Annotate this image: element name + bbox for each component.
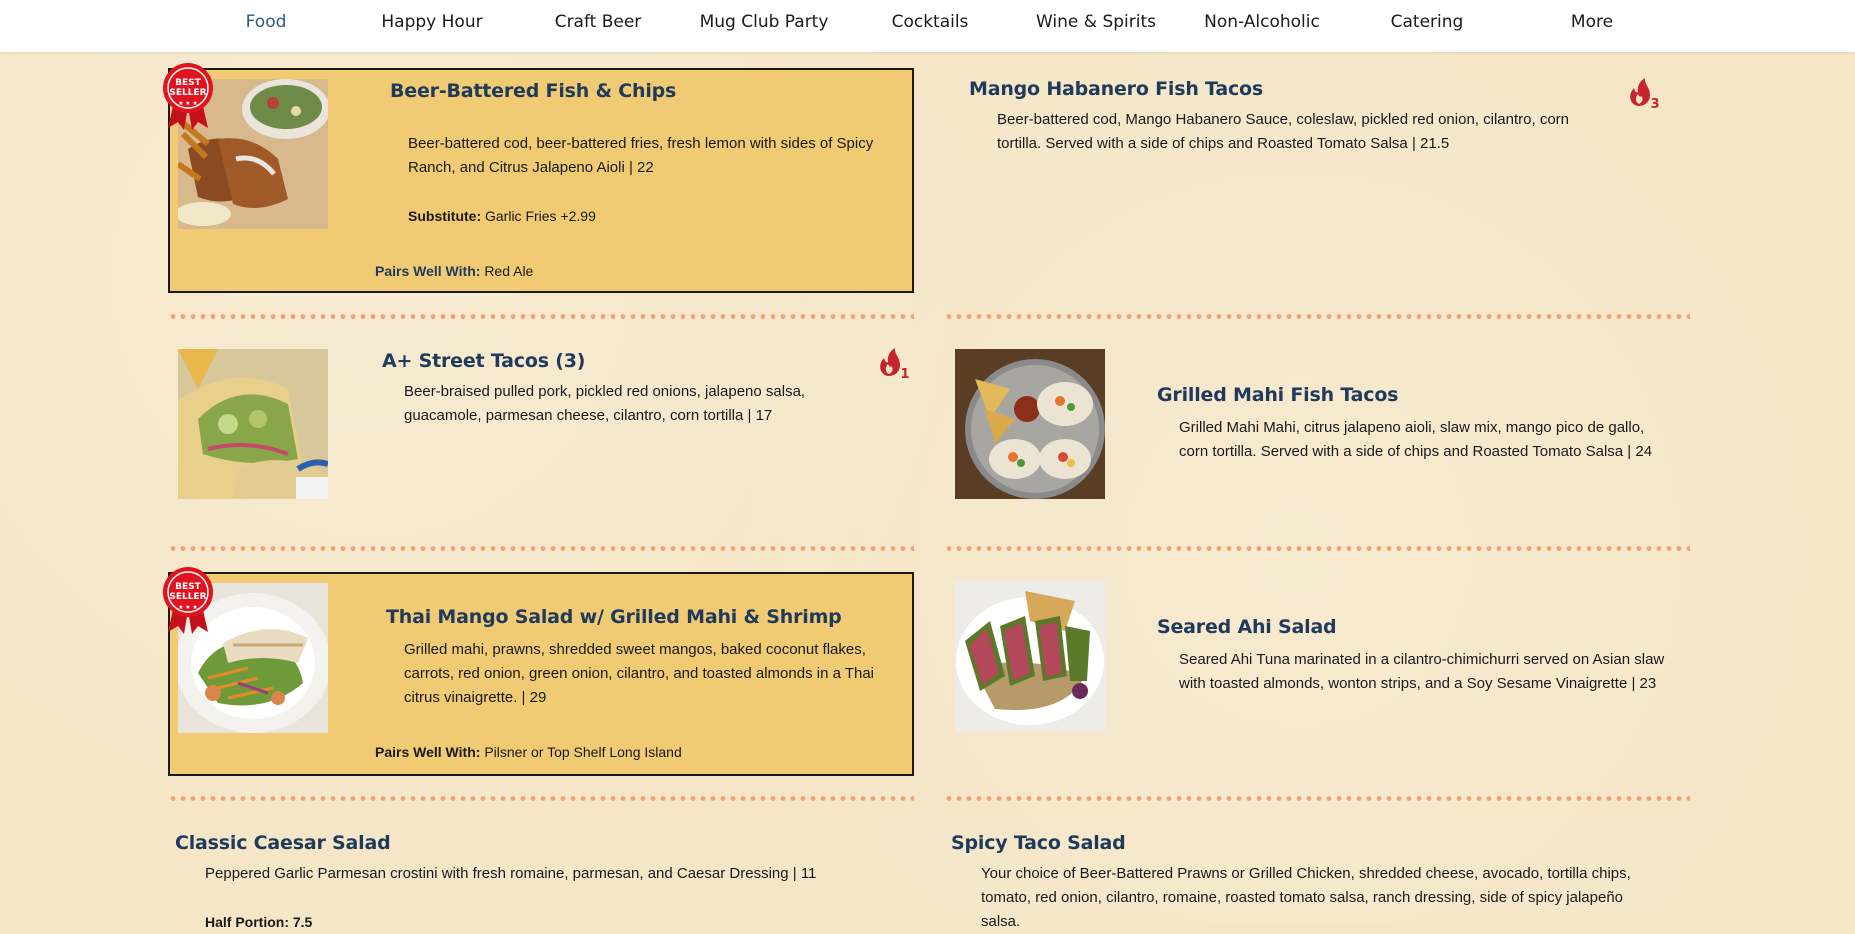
nav-mug-club-party[interactable]: Mug Club Party: [700, 0, 829, 44]
top-navigation: Food Happy Hour Craft Beer Mug Club Part…: [0, 0, 1855, 52]
nav-craft-beer[interactable]: Craft Beer: [555, 0, 642, 44]
dotted-divider: [168, 546, 914, 551]
nav-more[interactable]: More: [1571, 0, 1613, 44]
menu-item-title: Grilled Mahi Fish Tacos: [1157, 384, 1399, 406]
badge-text-best: BEST: [175, 78, 201, 88]
substitute-line: Substitute: Garlic Fries +2.99: [408, 208, 596, 224]
menu-item-title: Thai Mango Salad w/ Grilled Mahi & Shrim…: [386, 606, 842, 628]
nav-wine-spirits[interactable]: Wine & Spirits: [1036, 0, 1156, 44]
menu-item-description: Beer-battered cod, beer-battered fries, …: [408, 135, 874, 176]
pairs-well-with: Pairs Well With: Red Ale: [375, 263, 533, 279]
substitute-value: Garlic Fries +2.99: [485, 208, 596, 224]
svg-text:★ ★ ★: ★ ★ ★: [178, 604, 197, 611]
menu-item-title: Mango Habanero Fish Tacos: [969, 78, 1264, 100]
pairs-label: Pairs Well With:: [375, 744, 481, 760]
menu-item-title: Classic Caesar Salad: [175, 832, 391, 854]
menu-card-spicy-taco-salad: Spicy Taco Salad Your choice of Beer-Bat…: [944, 820, 1690, 930]
spice-level-number: 3: [1650, 97, 1659, 110]
nav-happy-hour[interactable]: Happy Hour: [381, 0, 482, 44]
badge-text-seller: SELLER: [169, 592, 206, 602]
menu-item-title: Beer-Battered Fish & Chips: [390, 80, 677, 102]
half-portion-line: Half Portion: 7.5: [205, 914, 313, 930]
dotted-divider: [944, 546, 1690, 551]
menu-card-thai-salad: Thai Mango Salad w/ Grilled Mahi & Shrim…: [168, 572, 914, 776]
spice-level-number: 1: [900, 367, 909, 380]
menu-item-description: Beer-battered cod, Mango Habanero Sauce,…: [997, 111, 1569, 152]
pairs-value: Pilsner or Top Shelf Long Island: [484, 744, 682, 760]
badge-text-seller: SELLER: [169, 88, 206, 98]
menu-card-mahi-tacos: Grilled Mahi Fish Tacos Grilled Mahi Mah…: [944, 340, 1690, 520]
menu-item-description: Seared Ahi Tuna marinated in a cilantro-…: [1179, 651, 1665, 692]
menu-card-ahi-salad: Seared Ahi Salad Seared Ahi Tuna marinat…: [944, 572, 1690, 762]
menu-item-description: Your choice of Beer-Battered Prawns or G…: [981, 865, 1631, 930]
menu-card-caesar-salad: Classic Caesar Salad Peppered Garlic Par…: [168, 820, 914, 930]
best-seller-badge-icon: BEST SELLER ★ ★ ★: [160, 62, 216, 132]
menu-card-street-tacos: A+ Street Tacos (3) Beer-braised pulled …: [168, 340, 914, 520]
food-photo-street-tacos: [178, 349, 328, 499]
nav-catering[interactable]: Catering: [1391, 0, 1464, 44]
menu-item-description: Grilled mahi, prawns, shredded sweet man…: [404, 641, 875, 706]
menu-item-title: Seared Ahi Salad: [1157, 616, 1337, 638]
spicy-level-1-icon: 1: [876, 346, 910, 382]
menu-item-description: Grilled Mahi Mahi, citrus jalapeno aioli…: [1179, 419, 1653, 460]
food-photo-ahi-salad: [955, 581, 1105, 731]
menu-card-fish-chips: Beer-Battered Fish & Chips Beer-battered…: [168, 68, 914, 293]
menu-card-mango-tacos: Mango Habanero Fish Tacos Beer-battered …: [955, 68, 1695, 268]
dotted-divider: [944, 314, 1690, 319]
menu-item-description: Beer-braised pulled pork, pickled red on…: [404, 383, 806, 424]
nav-cocktails[interactable]: Cocktails: [892, 0, 969, 44]
nav-non-alcoholic[interactable]: Non-Alcoholic: [1204, 0, 1320, 44]
badge-text-best: BEST: [175, 582, 201, 592]
food-photo-mahi-tacos: [955, 349, 1105, 499]
pairs-value: Red Ale: [484, 263, 534, 279]
menu-item-description: Peppered Garlic Parmesan crostini with f…: [205, 865, 817, 882]
pairs-label: Pairs Well With:: [375, 263, 481, 279]
dotted-divider: [168, 796, 914, 801]
dotted-divider: [944, 796, 1690, 801]
pairs-well-with: Pairs Well With: Pilsner or Top Shelf Lo…: [375, 744, 682, 760]
menu-item-title: Spicy Taco Salad: [951, 832, 1126, 854]
dotted-divider: [168, 314, 914, 319]
svg-text:★ ★ ★: ★ ★ ★: [178, 100, 197, 107]
best-seller-badge-icon: BEST SELLER ★ ★ ★: [160, 566, 216, 636]
nav-food[interactable]: Food: [246, 0, 287, 44]
menu-item-title: A+ Street Tacos (3): [382, 350, 586, 372]
spicy-level-3-icon: 3: [1626, 76, 1660, 112]
substitute-label: Substitute:: [408, 208, 482, 224]
